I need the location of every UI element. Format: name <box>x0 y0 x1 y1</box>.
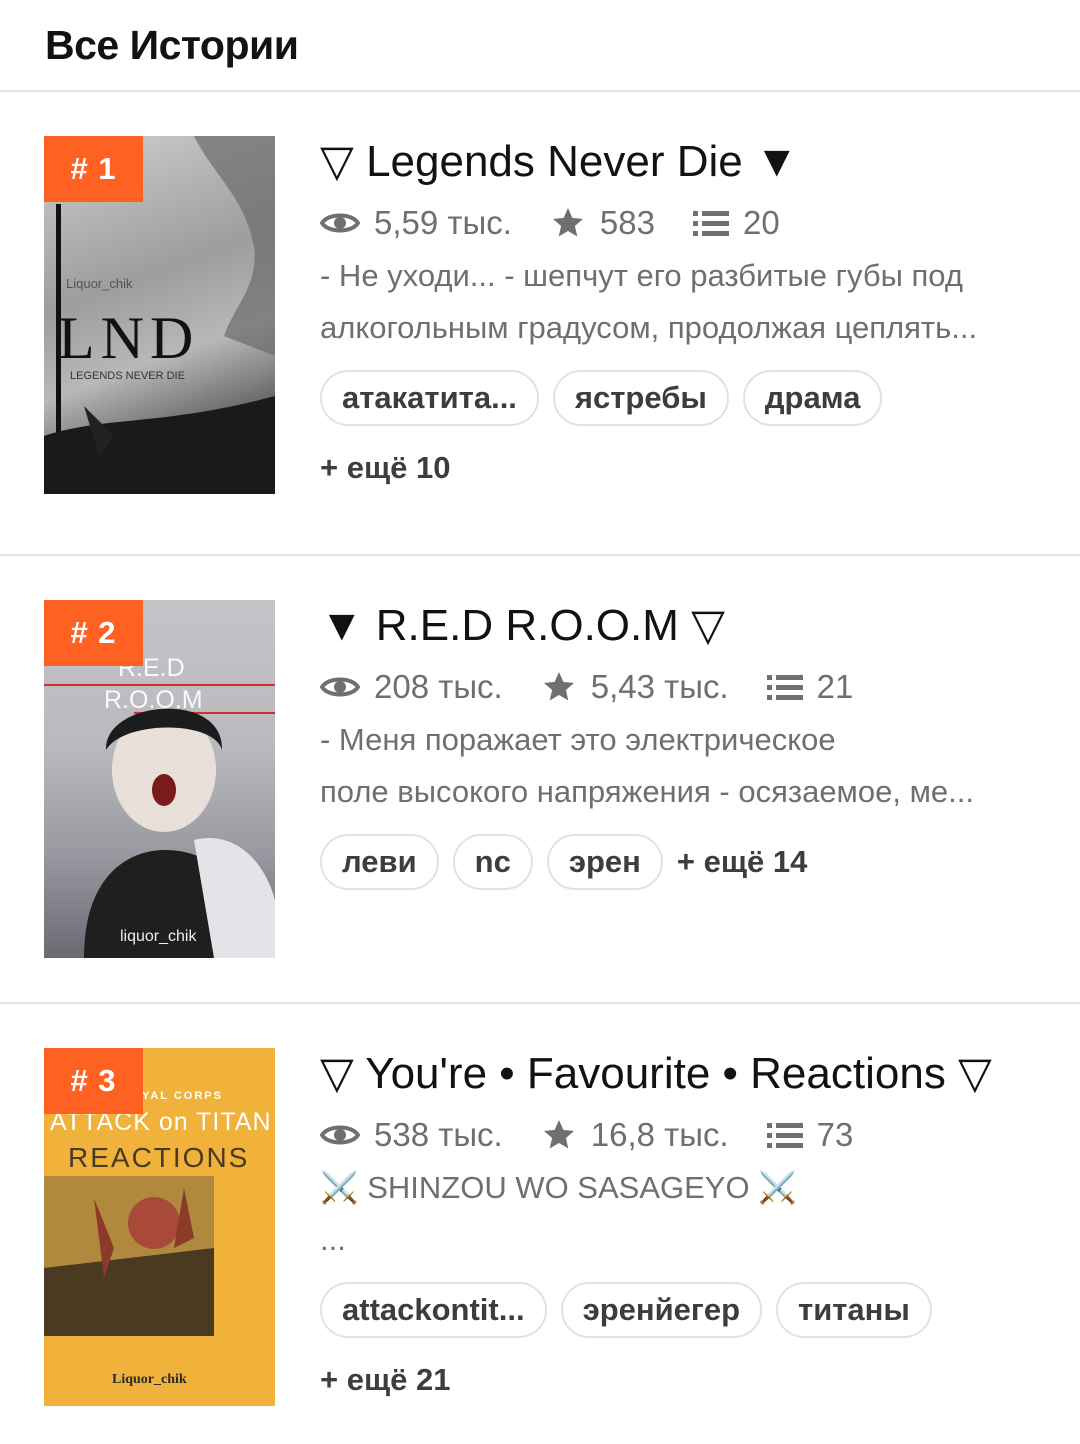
votes-stat: 5,43 тыс. <box>541 668 729 706</box>
cover-subtitle: LEGENDS NEVER DIE <box>70 370 185 382</box>
tag-chip[interactable]: титаны <box>776 1282 932 1338</box>
cover-title-line: REACTIONS <box>68 1142 250 1173</box>
views-stat: 538 тыс. <box>320 1116 503 1154</box>
tag-chip[interactable]: attackontit... <box>320 1282 547 1338</box>
tag-list: attackontit... эренйегер титаны <box>320 1282 1050 1338</box>
cover-author: Liquor_chik <box>112 1372 187 1387</box>
story-description-line: - Меня поражает это электрическое <box>320 722 836 757</box>
tag-chip[interactable]: атакатита... <box>320 370 539 426</box>
more-tags-link[interactable]: + ещё 14 <box>677 844 807 880</box>
cover-author: liquor_chik <box>120 928 197 945</box>
votes-count: 583 <box>599 204 655 241</box>
tag-chip[interactable]: ястребы <box>552 370 729 426</box>
star-icon <box>543 1120 574 1149</box>
views-stat: 208 тыс. <box>320 668 503 706</box>
story-title[interactable]: ▼ R.E.D R.O.O.M ▽ <box>320 600 1050 652</box>
tag-chip[interactable]: эренйегер <box>560 1282 763 1338</box>
votes-count: 16,8 тыс. <box>590 1116 729 1153</box>
parts-count: 73 <box>816 1116 854 1153</box>
parts-stat: 73 <box>766 1116 854 1154</box>
eye-icon <box>320 1125 360 1145</box>
page-header: Все Истории <box>0 0 1080 92</box>
more-tags-link[interactable]: + ещё 10 <box>320 450 1050 486</box>
views-count: 208 тыс. <box>374 668 503 705</box>
tag-list: атакатита... ястребы драма <box>320 370 1050 426</box>
votes-stat: 583 <box>550 204 655 242</box>
star-icon <box>552 208 583 237</box>
story-description-line: - Не уходи... - шепчут его разбитые губы… <box>320 258 963 293</box>
rank-badge: # 1 <box>44 136 143 202</box>
parts-count: 21 <box>816 668 854 705</box>
story-description-line: алкогольным градусом, продолжая цеплять.… <box>320 310 978 345</box>
story-title[interactable]: ▽ You're • Favourite • Reactions ▽ <box>320 1048 1050 1100</box>
parts-stat: 20 <box>692 204 780 242</box>
votes-count: 5,43 тыс. <box>590 668 729 705</box>
story-cover[interactable]: # 2 R.E.D R.O.O.M liquor_chik <box>44 600 275 958</box>
eye-icon <box>320 213 360 233</box>
list-icon <box>766 675 803 700</box>
cover-big-title: LND <box>58 305 200 371</box>
story-item[interactable]: # 2 R.E.D R.O.O.M liquor_chik ▼ R.E.D R.… <box>0 556 1080 1004</box>
list-icon <box>766 1123 803 1148</box>
star-icon <box>543 672 574 701</box>
parts-count: 20 <box>742 204 780 241</box>
story-item[interactable]: # 1 Liquor_chik LND LEGENDS NEVER DIE ▽ … <box>0 92 1080 556</box>
story-stats: 538 тыс. 16,8 тыс. 73 <box>320 1110 1050 1160</box>
story-cover[interactable]: # 1 Liquor_chik LND LEGENDS NEVER DIE <box>44 136 275 494</box>
story-stats: 5,59 тыс. 583 20 <box>320 198 1050 248</box>
story-stats: 208 тыс. 5,43 тыс. 21 <box>320 662 1050 712</box>
cover-top-text: YAL CORPS <box>142 1090 223 1102</box>
cover-author: Liquor_chik <box>66 276 133 291</box>
story-description-line: поле высокого напряжения - осязаемое, ме… <box>320 774 974 809</box>
rank-badge: # 3 <box>44 1048 143 1114</box>
tag-chip[interactable]: эрен <box>546 834 663 890</box>
eye-icon <box>320 677 360 697</box>
tag-chip[interactable]: nc <box>452 834 533 890</box>
votes-stat: 16,8 тыс. <box>541 1116 729 1154</box>
tag-list: леви nc эрен + ещё 14 <box>320 834 1050 890</box>
views-count: 5,59 тыс. <box>374 204 512 241</box>
story-cover[interactable]: # 3 YAL CORPS ATTACK on TITAN REACTIONS … <box>44 1048 275 1406</box>
cover-title-line: R.O.O.M <box>104 686 203 714</box>
views-count: 538 тыс. <box>374 1116 503 1153</box>
rank-badge: # 2 <box>44 600 143 666</box>
story-description-line: ⚔️ SHINZOU WO SASAGEYO ⚔️ <box>320 1170 797 1205</box>
tag-chip[interactable]: леви <box>320 834 439 890</box>
parts-stat: 21 <box>766 668 854 706</box>
story-title[interactable]: ▽ Legends Never Die ▼ <box>320 136 1050 188</box>
page-title: Все Истории <box>45 21 299 68</box>
views-stat: 5,59 тыс. <box>320 204 512 242</box>
more-tags-link[interactable]: + ещё 21 <box>320 1362 1050 1398</box>
story-item[interactable]: # 3 YAL CORPS ATTACK on TITAN REACTIONS … <box>0 1004 1080 1444</box>
story-description-line: ... <box>320 1222 346 1257</box>
list-icon <box>692 211 729 236</box>
tag-chip[interactable]: драма <box>742 370 883 426</box>
